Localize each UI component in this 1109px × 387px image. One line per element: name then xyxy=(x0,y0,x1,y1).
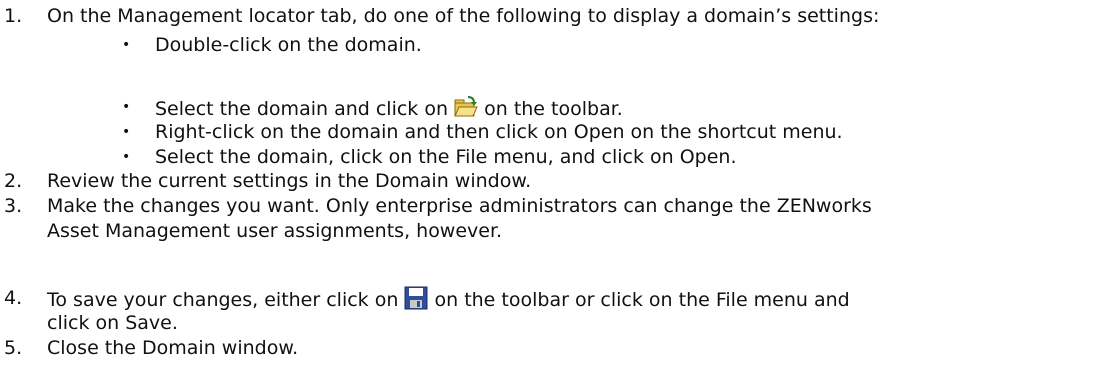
step-4-text-continued: click on Save. xyxy=(47,312,178,334)
step-2-text: Review the current settings in the Domai… xyxy=(47,170,532,192)
step-4-text-before: To save your changes, either click on xyxy=(47,289,399,311)
step-4-number: 4. xyxy=(4,287,23,309)
step-1-option-3: Right-click on the domain and then click… xyxy=(155,121,843,143)
bullet-icon: • xyxy=(122,149,131,165)
step-3-number: 3. xyxy=(4,195,23,217)
bullet-icon: • xyxy=(122,37,131,53)
step-5-number: 5. xyxy=(4,337,23,359)
bullet-icon: • xyxy=(122,124,131,140)
step-4-text: To save your changes, either click on on… xyxy=(47,286,850,312)
step-1-option-1: Double-click on the domain. xyxy=(155,34,422,56)
step-1-number: 1. xyxy=(4,5,23,27)
step-1-option-2-text-after: on the toolbar. xyxy=(484,98,623,120)
step-1-option-2: Select the domain and click on on the to… xyxy=(155,95,623,121)
open-folder-icon xyxy=(454,95,478,119)
step-1-option-4: Select the domain, click on the File men… xyxy=(155,146,737,168)
step-1-option-2-text-before: Select the domain and click on xyxy=(155,98,449,120)
step-4-text-after: on the toolbar or click on the File menu… xyxy=(434,289,850,311)
bullet-icon: • xyxy=(122,99,131,115)
step-2-number: 2. xyxy=(4,170,23,192)
step-1-text: On the Management locator tab, do one of… xyxy=(47,5,880,27)
save-disk-icon xyxy=(404,286,428,310)
step-5-text: Close the Domain window. xyxy=(47,337,299,359)
step-3-text-line-1: Make the changes you want. Only enterpri… xyxy=(47,195,872,217)
step-3-text-line-2: Asset Management user assignments, howev… xyxy=(47,220,503,242)
